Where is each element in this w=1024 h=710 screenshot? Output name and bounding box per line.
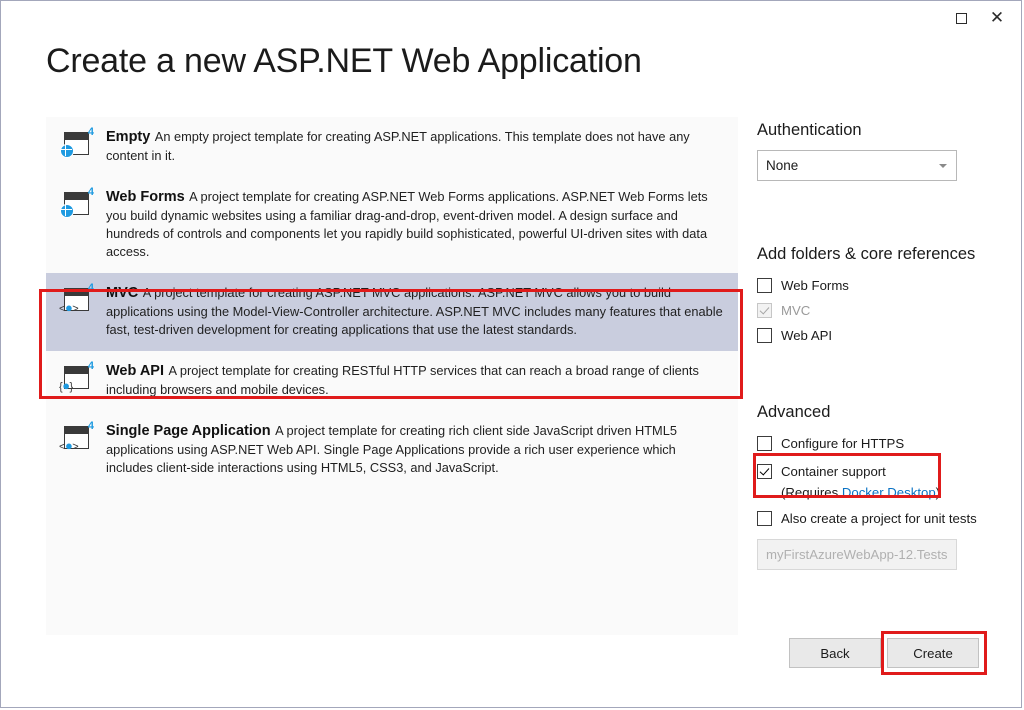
framework-badge: 4: [87, 282, 94, 294]
checkbox-label-container-support: Container support: [781, 463, 886, 479]
framework-badge: 4: [87, 420, 94, 432]
template-description: An empty project template for creating A…: [106, 129, 690, 163]
checkbox-label-configure-https: Configure for HTTPS: [781, 435, 905, 451]
web-page-globe-icon: 4: [60, 186, 94, 219]
checkbox-row-container-support[interactable]: Container support: [757, 460, 987, 482]
test-project-name-input: myFirstAzureWebApp-12.Tests: [757, 539, 957, 570]
framework-badge: 4: [87, 186, 94, 198]
checkbox-web-api[interactable]: [757, 327, 772, 343]
template-name: Single Page Application: [106, 423, 271, 439]
container-support-note: (Requires Docker Desktop): [781, 485, 987, 500]
create-button[interactable]: Create: [887, 638, 979, 668]
advanced-section: Advanced Configure for HTTPS Container s…: [757, 403, 987, 570]
checkbox-configure-https[interactable]: [757, 435, 772, 451]
checkbox-row-web-api[interactable]: Web API: [757, 324, 987, 346]
checkbox-row-mvc: MVC: [757, 299, 987, 321]
docker-desktop-link[interactable]: Docker Desktop: [842, 485, 936, 500]
web-page-globe-icon: 4: [60, 126, 94, 159]
template-name: Web Forms: [106, 189, 185, 205]
web-page-code-icon: 4 <●>: [59, 282, 94, 316]
maximize-icon: [955, 12, 967, 24]
template-item-empty[interactable]: 4 Empty An empty project template for cr…: [46, 117, 738, 177]
authentication-section: Authentication None: [757, 121, 987, 181]
template-name: MVC: [106, 285, 139, 301]
close-button[interactable]: ✕: [979, 1, 1015, 35]
authentication-heading: Authentication: [757, 121, 862, 139]
template-description: A project template for creating ASP.NET …: [106, 285, 723, 337]
authentication-selected-value: None: [766, 158, 799, 173]
checkbox-label-unit-tests: Also create a project for unit tests: [781, 510, 977, 526]
advanced-heading: Advanced: [757, 403, 831, 421]
checkbox-row-configure-https[interactable]: Configure for HTTPS: [757, 432, 987, 454]
back-button[interactable]: Back: [789, 638, 881, 668]
chevron-down-icon: [939, 164, 947, 168]
page-title: Create a new ASP.NET Web Application: [46, 42, 642, 80]
template-item-mvc[interactable]: 4 <●> MVC A project template for creatin…: [46, 273, 738, 351]
template-description: A project template for creating RESTful …: [106, 363, 699, 397]
checkbox-row-web-forms[interactable]: Web Forms: [757, 274, 987, 296]
web-page-api-icon: 4 {●}: [59, 360, 94, 394]
checkbox-label-mvc: MVC: [781, 302, 811, 318]
note-prefix: (Requires: [781, 485, 842, 500]
checkbox-row-unit-tests[interactable]: Also create a project for unit tests: [757, 507, 987, 529]
test-project-name-value: myFirstAzureWebApp-12.Tests: [766, 547, 948, 562]
template-name: Empty: [106, 129, 151, 145]
checkbox-container-support[interactable]: [757, 463, 772, 479]
template-item-web-api[interactable]: 4 {●} Web API A project template for cre…: [46, 351, 738, 411]
template-item-single-page-application[interactable]: 4 <●> Single Page Application A project …: [46, 411, 738, 489]
web-page-code-icon: 4 <●>: [59, 420, 94, 454]
title-bar: ✕: [1, 1, 1021, 39]
template-name: Web API: [106, 363, 165, 379]
template-description: A project template for creating ASP.NET …: [106, 189, 708, 259]
checkbox-mvc: [757, 302, 772, 318]
checkbox-web-forms[interactable]: [757, 277, 772, 293]
template-list[interactable]: 4 Empty An empty project template for cr…: [46, 117, 738, 635]
framework-badge: 4: [87, 360, 94, 372]
folders-section: Add folders & core references Web Forms …: [757, 245, 987, 349]
checkbox-label-web-api: Web API: [781, 327, 833, 343]
note-suffix: ): [935, 485, 941, 500]
folders-heading: Add folders & core references: [757, 245, 976, 263]
checkbox-unit-tests[interactable]: [757, 510, 772, 526]
create-project-dialog: ✕ Create a new ASP.NET Web Application 4…: [0, 0, 1022, 708]
maximize-button[interactable]: [943, 1, 979, 35]
framework-badge: 4: [87, 126, 94, 138]
template-item-web-forms[interactable]: 4 Web Forms A project template for creat…: [46, 177, 738, 273]
close-icon: ✕: [989, 7, 1005, 28]
authentication-select[interactable]: None: [757, 150, 957, 181]
checkbox-label-web-forms: Web Forms: [781, 277, 849, 293]
